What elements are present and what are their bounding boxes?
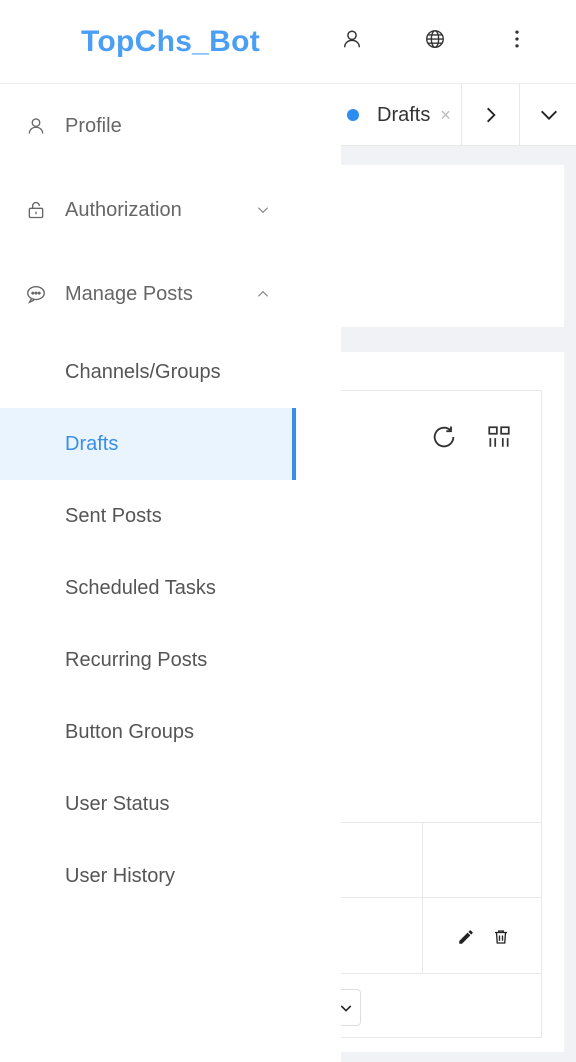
sidebar-subitem-user-status[interactable]: User Status <box>0 768 296 840</box>
sidebar-subitem-label: Button Groups <box>65 720 194 743</box>
tab-close-icon[interactable]: × <box>440 105 451 126</box>
sidebar-subitem-label: Drafts <box>65 432 119 455</box>
tab-drafts[interactable]: Drafts × <box>340 84 460 146</box>
tab-label: Drafts <box>377 103 431 126</box>
sidebar-item-profile[interactable]: Profile <box>0 84 296 168</box>
tabs-dropdown-button[interactable] <box>519 84 576 146</box>
sidebar-item-manage-posts[interactable]: Manage Posts <box>0 252 296 336</box>
sidebar-item-label: Authorization <box>65 198 182 221</box>
sidebar-subitem-label: User Status <box>65 792 170 815</box>
sidebar-subitem-user-history[interactable]: User History <box>0 840 296 912</box>
globe-icon[interactable] <box>420 24 450 54</box>
sidebar-subitem-button-groups[interactable]: Button Groups <box>0 696 296 768</box>
delete-icon[interactable] <box>486 922 516 952</box>
sidebar-subitem-recurring-posts[interactable]: Recurring Posts <box>0 624 296 696</box>
chat-icon <box>25 283 47 305</box>
sidebar-subitem-sent-posts[interactable]: Sent Posts <box>0 480 296 552</box>
tab-active-dot <box>347 109 359 121</box>
user-icon <box>25 115 47 137</box>
chevron-up-icon <box>254 285 272 303</box>
columns-setting-icon[interactable] <box>484 422 514 452</box>
sidebar-subitem-label: Scheduled Tasks <box>65 576 216 599</box>
app-logo[interactable]: TopChs_Bot <box>0 0 341 84</box>
refresh-icon[interactable] <box>429 422 459 452</box>
sidebar-subitem-label: User History <box>65 864 176 887</box>
sidebar-item-authorization[interactable]: Authorization <box>0 168 296 252</box>
sidebar-subitem-label: Channels/Groups <box>65 360 221 383</box>
sidebar-subitem-channels-groups[interactable]: Channels/Groups <box>0 336 296 408</box>
sidebar-item-label: Profile <box>65 114 122 137</box>
user-icon[interactable] <box>337 24 367 54</box>
column-divider <box>422 822 423 974</box>
sidebar-subitem-drafts[interactable]: Drafts <box>0 408 296 480</box>
sidebar-subitem-label: Recurring Posts <box>65 648 208 671</box>
tabs-next-button[interactable] <box>461 84 519 146</box>
sidebar-subitem-label: Sent Posts <box>65 504 162 527</box>
sidebar-subitem-scheduled-tasks[interactable]: Scheduled Tasks <box>0 552 296 624</box>
chevron-right-icon <box>486 107 496 123</box>
more-vertical-icon[interactable] <box>502 24 532 54</box>
chevron-down-icon <box>254 201 272 219</box>
app-title: TopChs_Bot <box>80 24 261 58</box>
sidebar-item-label: Manage Posts <box>65 282 193 305</box>
lock-icon <box>25 199 47 221</box>
edit-icon[interactable] <box>451 922 481 952</box>
chevron-down-icon <box>540 110 557 120</box>
sidebar-drawer: TopChs_Bot Profile Authorization Manage … <box>0 0 341 1062</box>
